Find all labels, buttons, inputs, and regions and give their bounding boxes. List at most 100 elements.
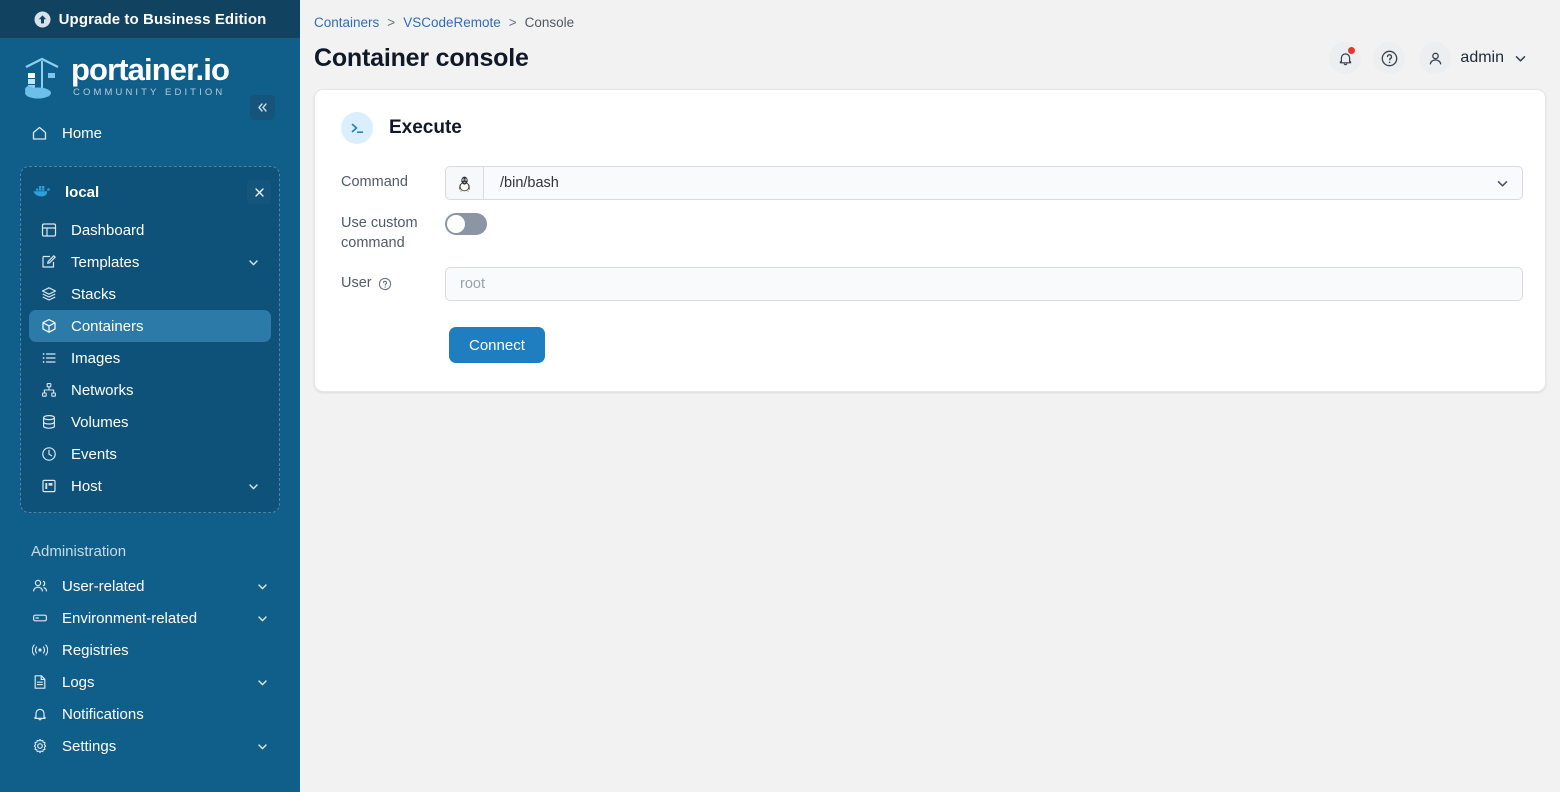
command-label: Command <box>337 173 445 193</box>
environment-nav-items: Dashboard Templates <box>21 210 279 502</box>
help-button[interactable] <box>1373 42 1405 74</box>
breadcrumb-item-containers[interactable]: Containers <box>314 15 379 30</box>
linux-penguin-icon <box>445 166 483 200</box>
sidebar-item-events[interactable]: Events <box>29 438 271 470</box>
terminal-icon <box>341 112 373 144</box>
content-area: Execute Command <box>300 84 1560 392</box>
custom-command-row: Use customcommand <box>337 213 1523 253</box>
sidebar-item-volumes[interactable]: Volumes <box>29 406 271 438</box>
user-icon <box>1427 50 1444 67</box>
sidebar-item-notifications[interactable]: Notifications <box>20 698 280 730</box>
breadcrumb-item-vscoderemote[interactable]: VSCodeRemote <box>403 15 501 30</box>
environment-name: local <box>65 184 234 201</box>
networks-icon <box>40 382 57 399</box>
sidebar-item-logs[interactable]: Logs <box>20 666 280 698</box>
docker-whale-icon <box>32 182 52 203</box>
user-name-label: admin <box>1460 49 1504 67</box>
chevron-down-icon[interactable] <box>256 676 269 689</box>
chevron-down-icon[interactable] <box>1513 51 1528 66</box>
sidebar-item-label: Events <box>71 446 260 463</box>
events-clock-icon <box>40 446 57 463</box>
sidebar-item-stacks[interactable]: Stacks <box>29 278 271 310</box>
command-field-wrap: /bin/bash <box>445 166 1523 200</box>
command-select[interactable]: /bin/bash <box>483 166 1523 200</box>
gear-icon <box>31 738 48 755</box>
bell-icon <box>31 706 48 723</box>
brand-name: portainer.io <box>71 54 229 85</box>
environment-header[interactable]: local <box>21 174 279 210</box>
connect-button[interactable]: Connect <box>449 327 545 363</box>
environment-box: local <box>20 166 280 513</box>
sidebar-item-images[interactable]: Images <box>29 342 271 374</box>
use-custom-command-toggle[interactable] <box>445 213 487 235</box>
notification-badge-dot <box>1348 47 1355 54</box>
sidebar-item-environment-related[interactable]: Environment-related <box>20 602 280 634</box>
chevron-down-icon[interactable] <box>256 612 269 625</box>
user-menu[interactable]: admin <box>1419 42 1528 74</box>
toggle-knob <box>447 215 465 233</box>
upgrade-banner-label: Upgrade to Business Edition <box>59 11 267 28</box>
breadcrumb-item-console: Console <box>525 15 575 30</box>
breadcrumb: Containers > VSCodeRemote > Console <box>314 12 1528 32</box>
sidebar-item-label: User-related <box>62 578 242 595</box>
sidebar-item-label: Networks <box>71 382 260 399</box>
sidebar-item-label: Settings <box>62 738 242 755</box>
sidebar-item-label: Host <box>71 478 233 495</box>
user-row: User root <box>337 267 1523 301</box>
sidebar-item-networks[interactable]: Networks <box>29 374 271 406</box>
sidebar-item-label: Notifications <box>62 706 269 723</box>
sidebar-item-label: Stacks <box>71 286 260 303</box>
close-icon <box>254 187 265 198</box>
sidebar-item-user-related[interactable]: User-related <box>20 570 280 602</box>
sidebar-item-label: Images <box>71 350 260 367</box>
sidebar-item-containers[interactable]: Containers <box>29 310 271 342</box>
sidebar-item-dashboard[interactable]: Dashboard <box>29 214 271 246</box>
environment-icon <box>31 610 48 627</box>
actions-row: Connect <box>337 314 1523 363</box>
sidebar-item-label: Registries <box>62 642 269 659</box>
home-icon <box>31 125 48 142</box>
chevron-down-icon[interactable] <box>247 256 260 269</box>
sidebar-item-label: Logs <box>62 674 242 691</box>
card-header: Execute <box>337 110 1523 166</box>
sidebar-item-label: Templates <box>71 254 233 271</box>
close-environment-button[interactable] <box>247 180 271 204</box>
sidebar-item-templates[interactable]: Templates <box>29 246 271 278</box>
topbar: Containers > VSCodeRemote > Console Cont… <box>300 0 1560 84</box>
custom-command-toggle-wrap <box>445 213 1523 235</box>
help-circle-icon[interactable] <box>378 277 392 291</box>
sidebar-item-label: Containers <box>71 318 260 335</box>
sidebar-item-host[interactable]: Host <box>29 470 271 502</box>
brand-edition: COMMUNITY EDITION <box>73 88 229 98</box>
sidebar-item-settings[interactable]: Settings <box>20 730 280 762</box>
volumes-icon <box>40 414 57 431</box>
chevron-double-left-icon <box>256 101 269 114</box>
title-row: Container console <box>314 32 1528 84</box>
help-circle-icon <box>1380 49 1399 68</box>
execute-card: Execute Command <box>314 89 1546 392</box>
user-input[interactable]: root <box>445 267 1523 301</box>
chevron-down-icon[interactable] <box>247 480 260 493</box>
administration-nav-items: User-related Environment-relat <box>20 570 280 762</box>
sidebar-item-registries[interactable]: Registries <box>20 634 280 666</box>
brand-row: portainer.io COMMUNITY EDITION <box>0 38 300 114</box>
stacks-icon <box>40 286 57 303</box>
chevron-down-icon[interactable] <box>256 580 269 593</box>
sidebar-item-home[interactable]: Home <box>20 116 280 150</box>
avatar[interactable] <box>1419 42 1451 74</box>
administration-section-title: Administration <box>20 531 280 570</box>
page-title: Container console <box>314 44 529 73</box>
chevron-down-icon[interactable] <box>256 740 269 753</box>
containers-icon <box>40 318 57 335</box>
portainer-logo[interactable]: portainer.io COMMUNITY EDITION <box>22 53 229 99</box>
command-row: Command <box>337 166 1523 200</box>
user-label: User <box>337 274 445 294</box>
sidebar-item-label: Environment-related <box>62 610 242 627</box>
upgrade-arrow-icon <box>34 11 51 28</box>
chevron-down-icon[interactable] <box>1495 176 1510 191</box>
sidebar: Upgrade to Business Edition portainer.io… <box>0 0 300 792</box>
card-title: Execute <box>389 117 462 139</box>
upgrade-to-business-edition-banner[interactable]: Upgrade to Business Edition <box>0 0 300 38</box>
dashboard-icon <box>40 222 57 239</box>
notifications-button[interactable] <box>1329 42 1361 74</box>
